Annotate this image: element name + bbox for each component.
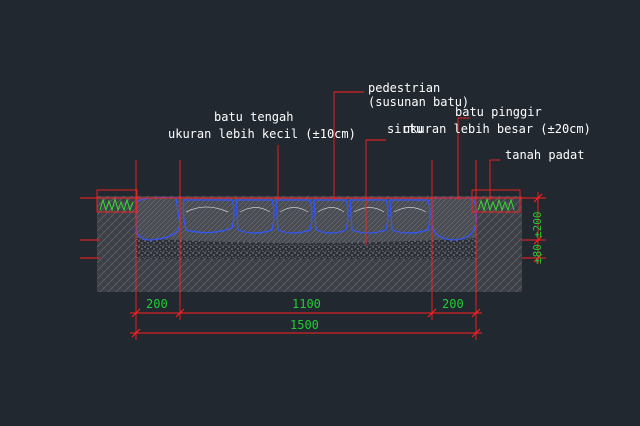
dim-vertical-80: ±80 xyxy=(531,244,544,264)
label-ukuran-kecil: ukuran lebih kecil (±10cm) xyxy=(168,127,356,141)
dim-total-1500: 1500 xyxy=(290,318,319,332)
label-ukuran-besar: ukuran lebih besar (±20cm) xyxy=(403,122,591,136)
stone-layer xyxy=(136,198,476,243)
dim-right-200: 200 xyxy=(442,297,464,311)
label-batu-pinggir: batu pinggir xyxy=(455,105,542,119)
label-batu-tengah: batu tengah xyxy=(214,110,293,124)
dim-middle-1100: 1100 xyxy=(292,297,321,311)
dim-vertical-200: ±200 xyxy=(531,212,544,239)
label-susunan-batu: (susunan batu) xyxy=(368,95,469,109)
dim-left-200: 200 xyxy=(146,297,168,311)
cad-drawing: pedestrian (susunan batu) batu tengah uk… xyxy=(80,81,591,340)
label-pedestrian: pedestrian xyxy=(368,81,440,95)
label-tanah-padat: tanah padat xyxy=(505,148,584,162)
